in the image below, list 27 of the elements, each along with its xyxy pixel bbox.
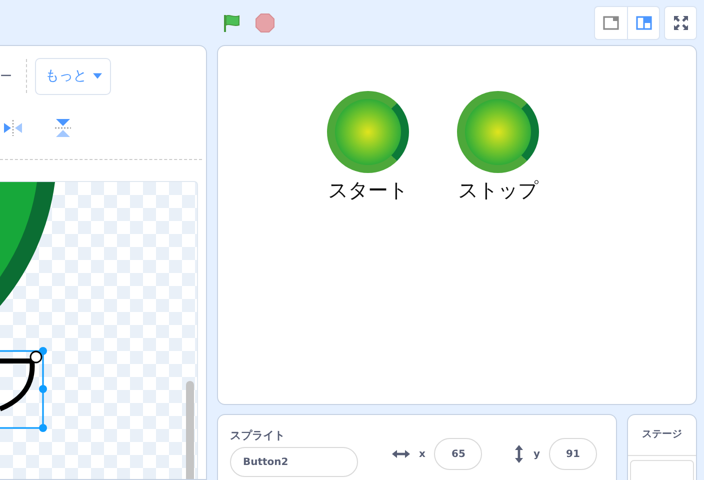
fullscreen-icon (672, 14, 688, 30)
y-field[interactable]: 91 (548, 438, 597, 470)
sprite-name-field[interactable]: Button2 (230, 447, 358, 477)
sprite-label: スプライト (230, 428, 286, 443)
fullscreen-button[interactable] (664, 6, 697, 40)
flip-horizontal-icon[interactable] (3, 118, 23, 138)
stroke-drawing (0, 358, 35, 412)
flag-icon[interactable] (222, 12, 242, 32)
flip-vertical-icon[interactable] (53, 118, 73, 138)
stop-icon[interactable] (255, 12, 275, 32)
small-stage-icon (603, 14, 619, 30)
stage-label: ステージ (628, 415, 696, 456)
toolbar-label: ー (0, 68, 12, 84)
horizontal-arrow-icon (392, 449, 410, 459)
x-label: x (419, 448, 426, 460)
y-label: y (533, 448, 540, 460)
scrollbar[interactable] (186, 381, 194, 479)
x-field[interactable]: 65 (434, 438, 482, 470)
stage-size-button[interactable] (594, 6, 627, 40)
drawing-canvas[interactable] (0, 181, 198, 479)
stage-size-button[interactable] (627, 6, 660, 40)
sprite-label: ストップ (458, 177, 538, 204)
vertical-arrow-icon (514, 445, 524, 463)
caret-icon (93, 73, 102, 79)
sprite-label: スタート (328, 177, 408, 204)
normal-stage-icon (636, 14, 652, 30)
selection-box[interactable] (0, 347, 47, 432)
